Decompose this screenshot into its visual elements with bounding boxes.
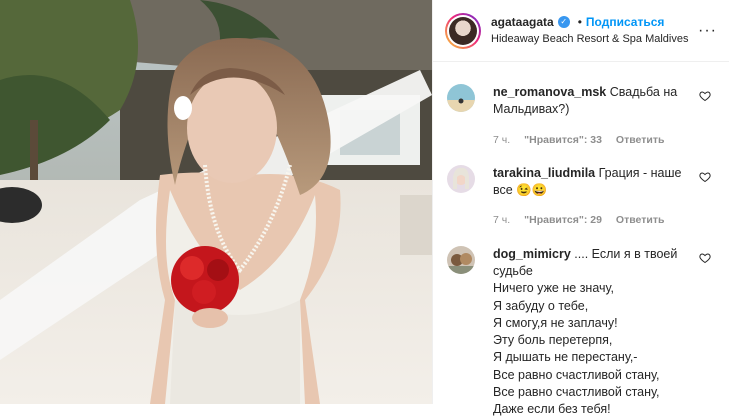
comment-line: Я смогу,я не заплачу!	[493, 315, 618, 330]
separator-dot: •	[577, 14, 582, 29]
like-heart-icon[interactable]	[699, 252, 711, 264]
reply-button[interactable]: Ответить	[616, 133, 665, 147]
comment-meta: 7 ч. "Нравится": 29 Ответить	[493, 213, 693, 227]
comment-line: Все равно счастливой стану,	[493, 367, 660, 382]
comment-username[interactable]: tarakina_liudmila	[493, 166, 595, 180]
comment-item: dog_mimicry .... Если я в твоей судьбе Н…	[447, 245, 719, 418]
comments-list: ne_romanova_msk Свадьба на Мальдивах?) 7…	[433, 84, 729, 418]
post-photo[interactable]	[0, 0, 432, 404]
commenter-avatar[interactable]	[447, 164, 475, 193]
commenter-avatar[interactable]	[447, 84, 475, 112]
author-avatar[interactable]	[445, 12, 481, 49]
like-heart-icon[interactable]	[699, 171, 711, 183]
comment-line: Я забуду о тебе,	[493, 298, 589, 313]
comment-time[interactable]: 7 ч.	[493, 213, 510, 227]
post-location[interactable]: Hideaway Beach Resort & Spa Maldives	[491, 33, 688, 47]
comment-item: ne_romanova_msk Свадьба на Мальдивах?) 7…	[447, 84, 719, 147]
comment-line: Ничего уже не значу,	[493, 281, 614, 296]
post-header: agataagata ✓ • Подписаться Hideaway Beac…	[433, 0, 729, 62]
author-username[interactable]: agataagata	[491, 15, 554, 30]
comment-emoji: 😉😀	[516, 183, 548, 198]
commenter-avatar[interactable]	[447, 245, 475, 274]
comment-line: Все равно счастливой стану,	[493, 384, 660, 399]
verified-badge-icon: ✓	[557, 16, 570, 29]
like-heart-icon[interactable]	[699, 90, 711, 102]
reply-button[interactable]: Ответить	[616, 213, 665, 227]
photo-illustration	[0, 0, 432, 404]
more-options-icon[interactable]: ···	[698, 22, 717, 40]
comment-line: Я дышать не перестану,-	[493, 350, 638, 365]
follow-button[interactable]: Подписаться	[586, 15, 664, 30]
comment-username[interactable]: ne_romanova_msk	[493, 85, 606, 99]
comment-time[interactable]: 7 ч.	[493, 133, 510, 147]
comment-likes[interactable]: "Нравится": 33	[524, 133, 602, 147]
comment-username[interactable]: dog_mimicry	[493, 247, 571, 261]
comments-panel: agataagata ✓ • Подписаться Hideaway Beac…	[432, 0, 729, 416]
comment-likes[interactable]: "Нравится": 29	[524, 213, 602, 227]
comment-line: Эту боль перетерпя,	[493, 333, 613, 348]
comment-item: tarakina_liudmila Грация - наше все 😉😀 7…	[447, 164, 719, 228]
comment-meta: 7 ч. "Нравится": 33 Ответить	[493, 133, 693, 147]
instagram-post: agataagata ✓ • Подписаться Hideaway Beac…	[0, 0, 729, 416]
